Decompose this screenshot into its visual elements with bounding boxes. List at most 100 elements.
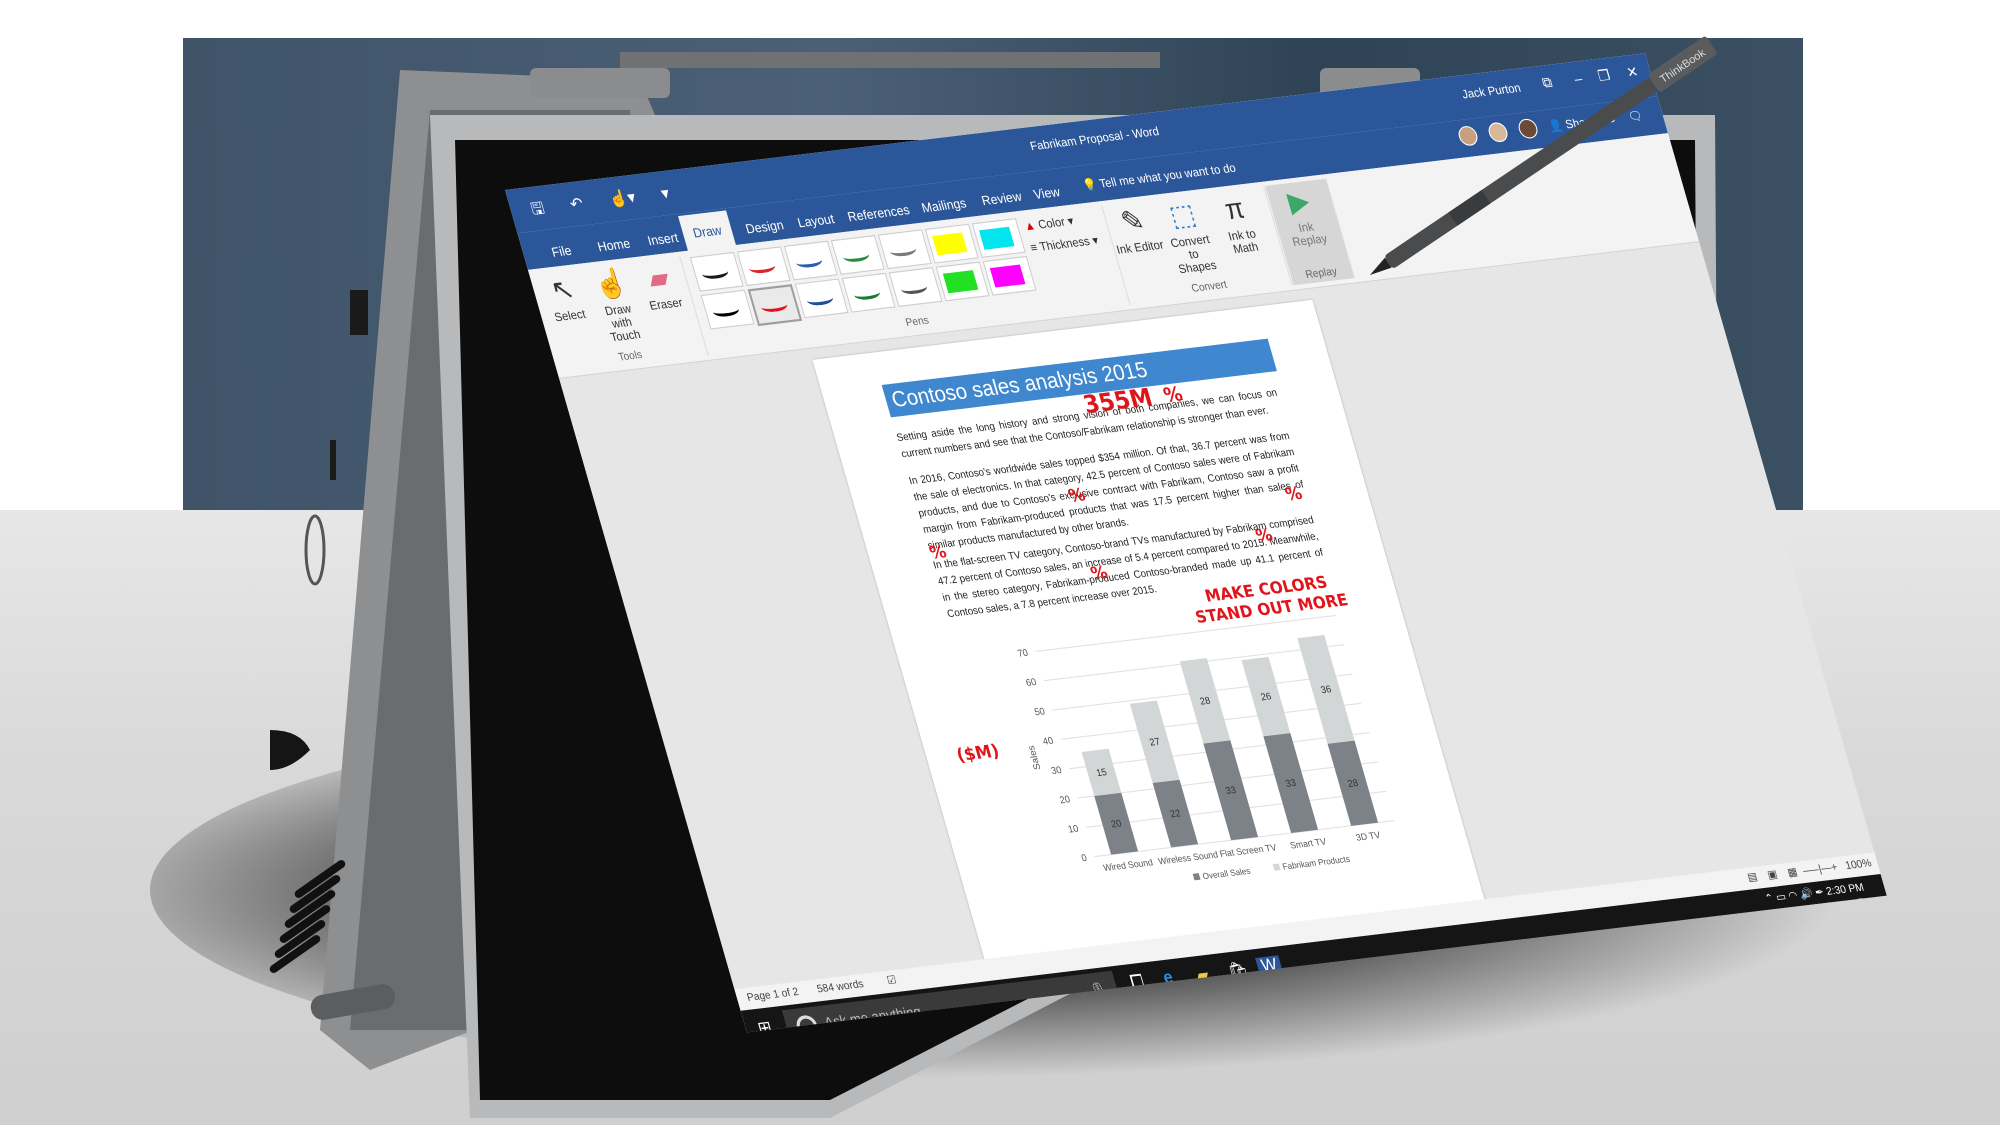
proofing-icon[interactable]: ☑	[886, 974, 898, 987]
file-explorer-icon[interactable]: ▰	[1193, 964, 1212, 987]
avatar[interactable]	[1515, 117, 1540, 140]
microphone-icon[interactable]: 🎙	[1085, 972, 1111, 1009]
customize-icon[interactable]: ▾	[659, 184, 672, 203]
pen-icon	[899, 280, 929, 296]
highlighter-icon	[931, 232, 968, 256]
pen-swatch[interactable]	[971, 218, 1026, 258]
cortana-icon	[794, 1014, 821, 1033]
x-tick-label: Wired Sound	[1102, 857, 1154, 873]
pen-icon	[852, 286, 882, 301]
minimize-button[interactable]: –	[1572, 70, 1584, 87]
x-tick-label: Wireless Sound	[1157, 849, 1219, 866]
start-button[interactable]: ⊞	[755, 1016, 775, 1033]
task-view-icon[interactable]: ⧠	[1128, 972, 1146, 993]
tray-chevron-icon[interactable]: ⌃	[1764, 893, 1776, 906]
touch-mode-icon[interactable]: ☝▾	[606, 188, 637, 210]
y-tick-label: 70	[1016, 648, 1029, 660]
eraser-label: Eraser	[648, 296, 685, 314]
tab-home[interactable]: Home	[585, 230, 644, 260]
action-center-icon[interactable]: 🗨	[1854, 897, 1870, 910]
pen-swatch[interactable]	[689, 251, 744, 292]
y-tick-label: 10	[1067, 823, 1080, 835]
tools-group: ↖ Select ☝ Draw with Touch ▰ Eraser Tool…	[529, 256, 709, 374]
sales-chart[interactable]: 010203040506070Sales2015Wired Sound2227W…	[993, 603, 1421, 915]
x-tick-label: 3D TV	[1355, 830, 1382, 843]
convert-shapes-label: Convert to Shapes	[1169, 233, 1219, 277]
convert-group: ✎ Ink Editor ⬚ Convert to Shapes π Ink t…	[1103, 186, 1293, 305]
highlighter-icon	[989, 264, 1026, 288]
pen-icon	[805, 291, 835, 307]
pen-icon[interactable]: ✒	[1814, 887, 1826, 900]
word-window: Fabrikam Proposal - Word Jack Purton ⧉ –…	[505, 53, 1887, 1033]
read-mode-icon[interactable]: ▤	[1746, 871, 1759, 884]
y-tick-label: 20	[1058, 794, 1071, 806]
pen-swatch[interactable]	[888, 267, 943, 307]
user-name[interactable]: Jack Purton	[1461, 82, 1523, 102]
pen-swatch[interactable]	[935, 261, 990, 302]
ink-editor-icon: ✎	[1116, 203, 1148, 239]
window-title: Fabrikam Proposal - Word	[1028, 125, 1161, 154]
y-tick-label: 50	[1033, 706, 1046, 718]
print-layout-icon[interactable]: ▣	[1766, 869, 1779, 882]
store-icon[interactable]: 🛍	[1225, 959, 1252, 983]
replay-group-label: Replay	[1304, 265, 1339, 282]
date: 4/11/2020	[1807, 898, 1855, 916]
time: 2:30 PM	[1824, 881, 1866, 899]
web-layout-icon[interactable]: ▦	[1786, 866, 1799, 879]
ink-annotation: ($M)	[953, 739, 1002, 766]
pen-swatch[interactable]	[700, 289, 755, 330]
x-tick-label: Smart TV	[1289, 836, 1328, 850]
legend-entry: Fabrikam Products	[1281, 854, 1351, 872]
ink-math-icon: π	[1220, 191, 1249, 226]
pen-icon	[700, 265, 730, 281]
pen-icon	[747, 259, 777, 275]
avatar[interactable]	[1485, 121, 1510, 144]
pen-icon	[759, 298, 789, 314]
gridline	[1035, 614, 1336, 652]
pen-swatch[interactable]	[982, 255, 1037, 296]
thickness-button[interactable]: ≡ Thickness ▾	[1029, 233, 1100, 255]
pen-swatch[interactable]	[924, 223, 979, 264]
y-tick-label: 40	[1042, 735, 1055, 747]
ink-math-label: Ink to Math	[1226, 227, 1261, 257]
tab-view[interactable]: View	[1021, 179, 1074, 208]
x-tick-label: Flat Screen TV	[1218, 842, 1277, 859]
highlighter-icon	[978, 226, 1015, 250]
ink-replay-icon: ▶	[1283, 183, 1314, 219]
pen-swatch[interactable]	[783, 240, 838, 281]
y-axis-label: Sales	[1026, 745, 1043, 771]
pen-swatch[interactable]	[747, 284, 803, 327]
word-count[interactable]: 584 words	[816, 978, 866, 995]
y-tick-label: 30	[1050, 765, 1063, 777]
volume-icon[interactable]: 🔊	[1798, 888, 1814, 901]
color-icon: ▲	[1022, 219, 1038, 234]
wifi-icon[interactable]: ◠	[1787, 890, 1799, 903]
system-tray: ⌃ ▭ ◠ 🔊 ✒ 2:30 PM 4/11/2020 🗨	[1763, 881, 1870, 923]
color-button[interactable]: ▲ Color ▾	[1022, 214, 1076, 234]
tab-file[interactable]: File	[539, 237, 585, 265]
restore-button[interactable]: ❐	[1596, 67, 1613, 86]
y-tick-label: 0	[1080, 853, 1088, 865]
legend-swatch	[1192, 873, 1201, 881]
avatar[interactable]	[1455, 125, 1480, 147]
pen-icon	[794, 253, 824, 269]
zoom-slider[interactable]: –—|—+	[1802, 862, 1839, 878]
undo-icon[interactable]: ↶	[568, 194, 586, 214]
screen: Fabrikam Proposal - Word Jack Purton ⧉ –…	[505, 46, 1953, 1054]
color-label: Color	[1036, 215, 1067, 232]
page-count[interactable]: Page 1 of 2	[746, 986, 801, 1004]
battery-icon[interactable]: ▭	[1775, 891, 1788, 904]
thickness-icon: ≡	[1028, 241, 1040, 256]
pen-swatch[interactable]	[877, 229, 932, 270]
ribbon-display-options-button[interactable]: ⧉	[1540, 74, 1554, 92]
pen-swatch[interactable]	[830, 235, 885, 275]
document-page[interactable]: Contoso sales analysis 2015 Setting asid…	[812, 299, 1486, 965]
thickness-label: Thickness	[1038, 235, 1092, 255]
pen-icon	[841, 248, 871, 264]
edge-icon[interactable]: e	[1161, 968, 1175, 989]
pen-swatch[interactable]	[736, 246, 791, 287]
word-taskbar-icon[interactable]: W	[1255, 955, 1285, 980]
pen-swatch[interactable]	[794, 278, 849, 319]
pen-swatch[interactable]	[841, 272, 896, 313]
zoom-level[interactable]: 100%	[1844, 857, 1873, 872]
